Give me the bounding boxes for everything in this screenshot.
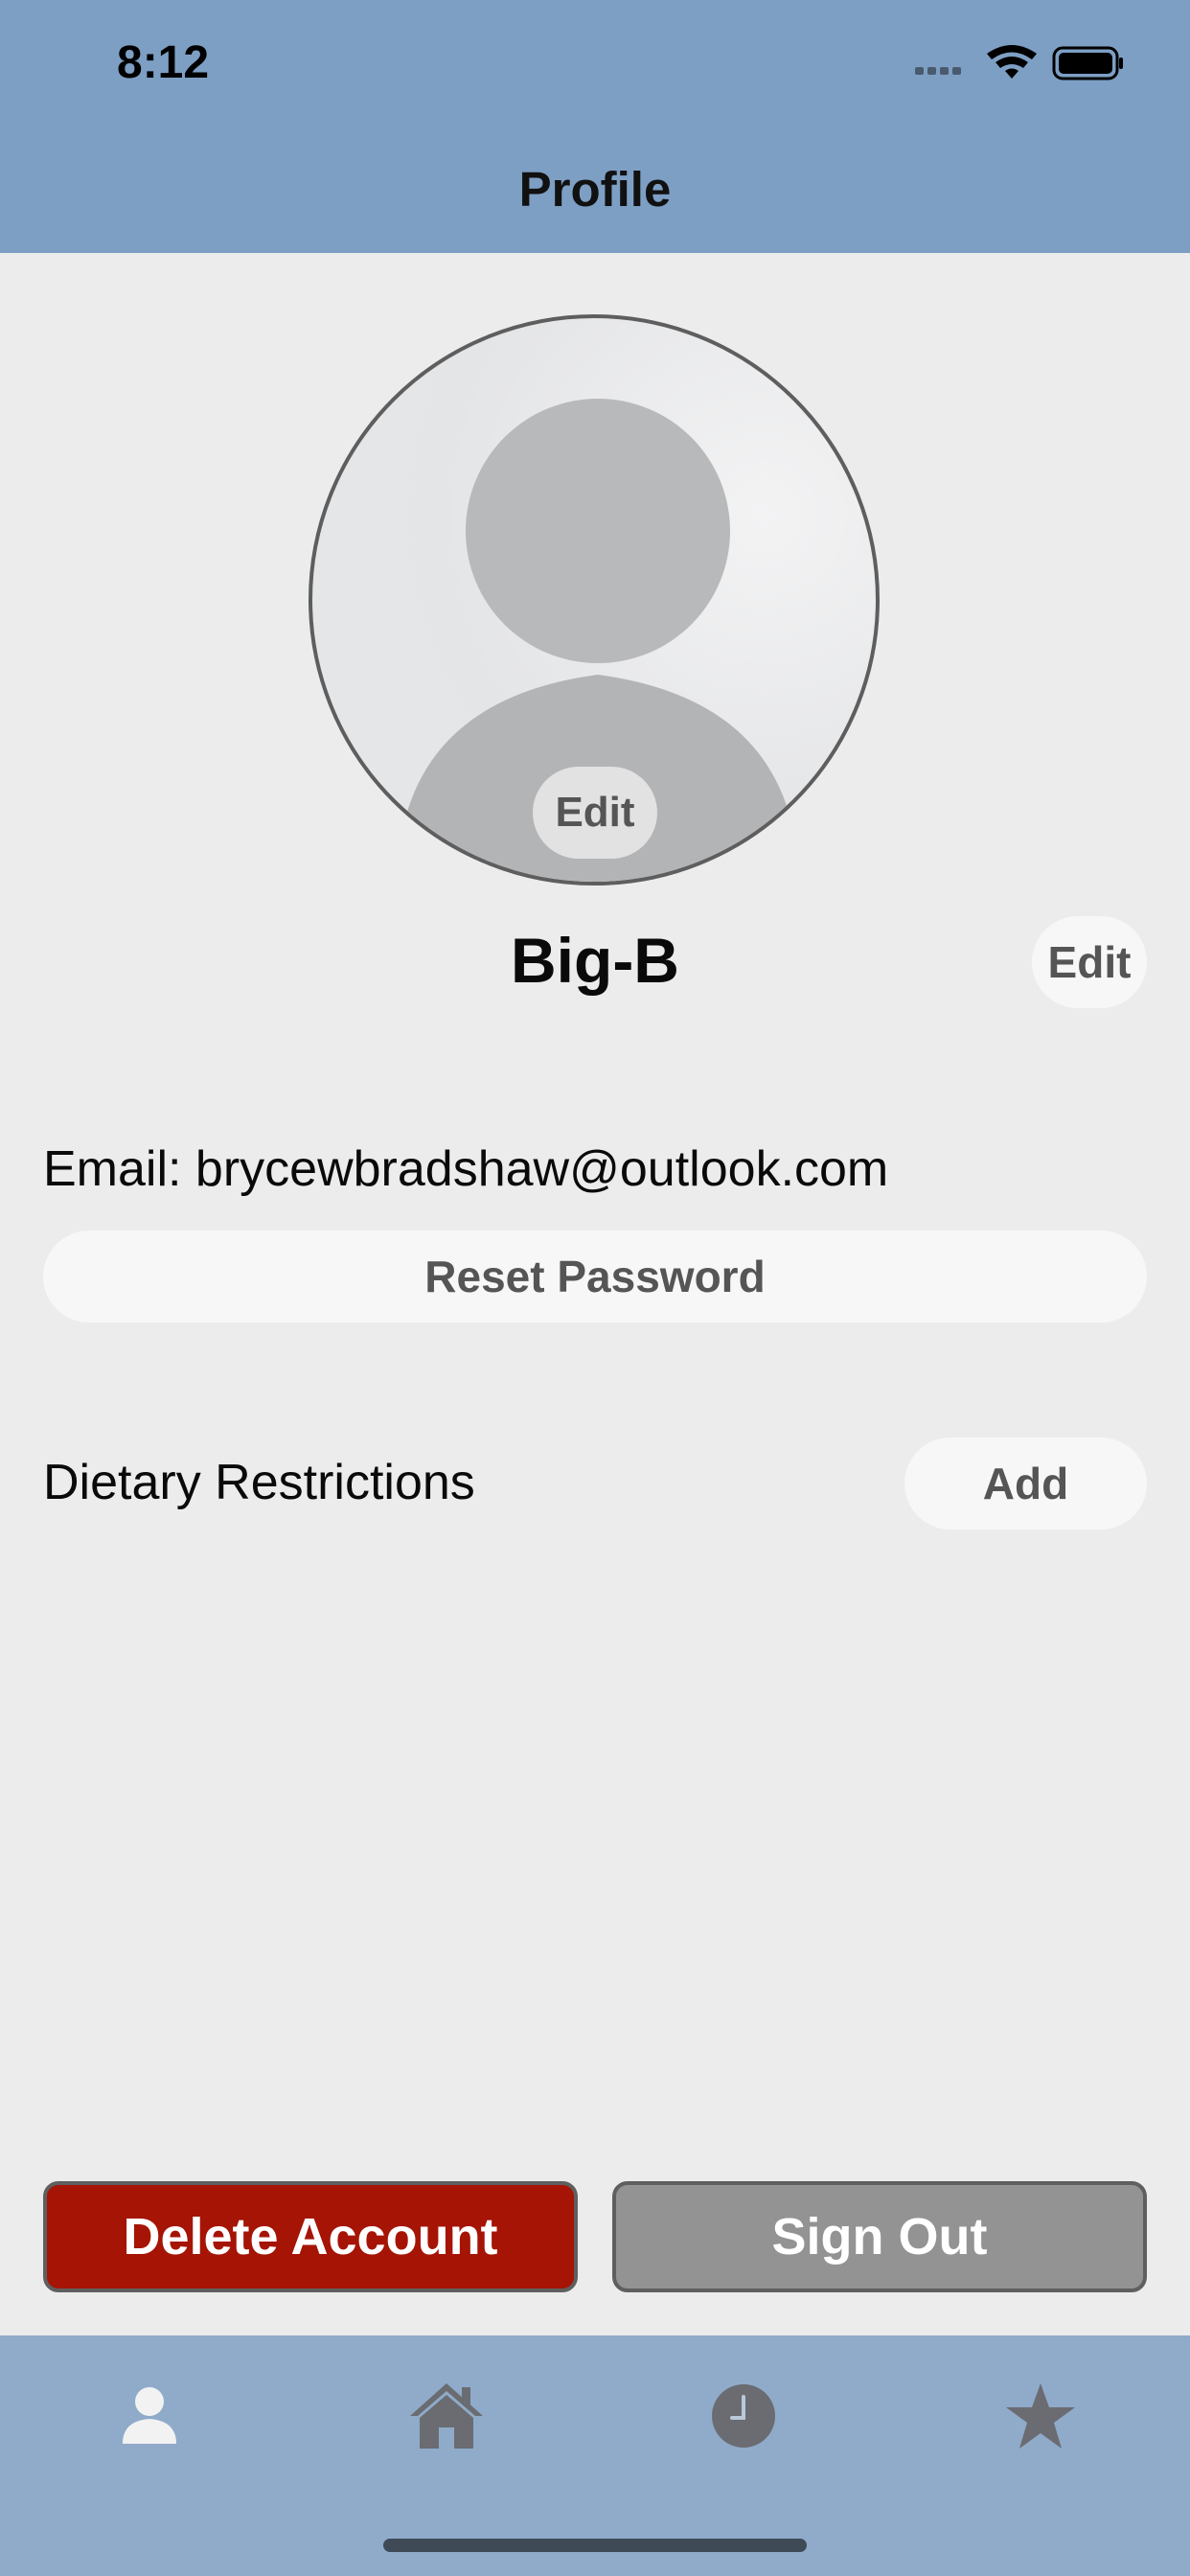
avatar-edit-button[interactable]: Edit — [533, 767, 657, 859]
delete-account-button[interactable]: Delete Account — [43, 2181, 578, 2292]
username: Big-B — [511, 925, 679, 996]
email-text: Email: brycewbradshaw@outlook.com — [43, 1141, 889, 1197]
tab-history[interactable] — [686, 2358, 801, 2473]
tab-profile[interactable] — [92, 2358, 207, 2473]
star-icon — [1006, 2383, 1075, 2449]
add-dietary-restriction-button[interactable]: Add — [904, 1438, 1147, 1530]
tab-home[interactable] — [389, 2358, 504, 2473]
status-time: 8:12 — [117, 37, 210, 88]
page-title: Profile — [518, 162, 672, 217]
wifi-icon — [987, 45, 1037, 79]
clock-icon — [712, 2384, 775, 2448]
home-indicator[interactable] — [383, 2539, 807, 2552]
battery-icon — [1052, 46, 1123, 80]
cellular-signal-icon — [915, 67, 961, 75]
sign-out-button[interactable]: Sign Out — [612, 2181, 1147, 2292]
tab-favorites[interactable] — [983, 2358, 1098, 2473]
name-edit-button[interactable]: Edit — [1032, 916, 1147, 1008]
reset-password-button[interactable]: Reset Password — [43, 1230, 1147, 1322]
home-icon — [410, 2383, 483, 2449]
person-icon — [123, 2387, 176, 2444]
header-bar: 8:12 Profile — [0, 0, 1190, 253]
dietary-restrictions-label: Dietary Restrictions — [43, 1455, 475, 1510]
profile-screen: 8:12 Profile Edit Big-B Edit Email: bryc… — [0, 0, 1190, 2576]
status-icons — [915, 45, 1123, 80]
